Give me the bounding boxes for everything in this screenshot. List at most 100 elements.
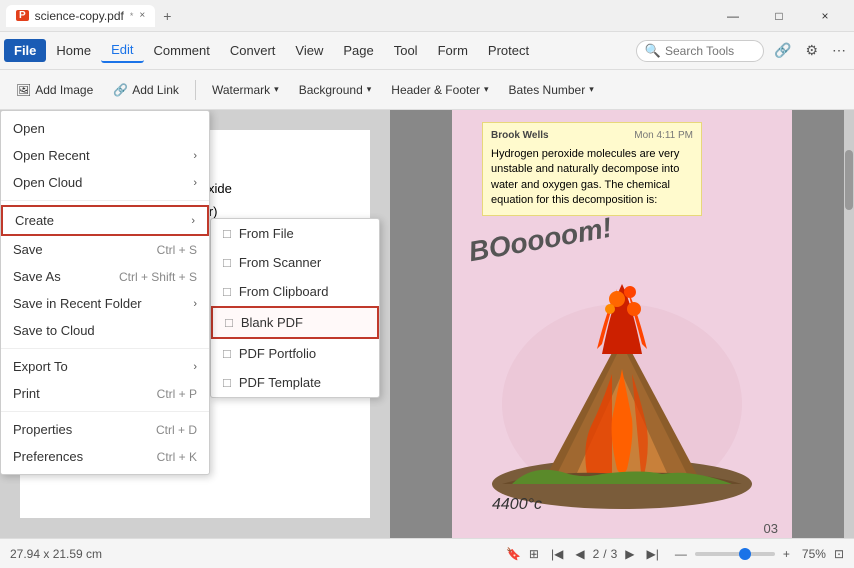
- toolbar: 🖼 Add Image 🔗 Add Link Watermark ▾ Backg…: [0, 70, 854, 110]
- create-arrow: ›: [191, 215, 195, 227]
- right-scrollbar[interactable]: [844, 110, 854, 538]
- first-page-btn[interactable]: |◀: [547, 545, 567, 563]
- menu-home[interactable]: Home: [46, 39, 101, 62]
- menu-file[interactable]: File: [4, 39, 46, 62]
- page-number: 03: [764, 521, 778, 536]
- menu-export[interactable]: Export To ›: [1, 353, 209, 380]
- new-tab-btn[interactable]: +: [157, 4, 177, 28]
- window-controls: — □ ×: [710, 0, 848, 32]
- sticky-note: Brook Wells Mon 4:11 PM Hydrogen peroxid…: [482, 122, 702, 216]
- menu-view[interactable]: View: [285, 39, 333, 62]
- menu-protect[interactable]: Protect: [478, 39, 539, 62]
- submenu-from-clipboard[interactable]: □ From Clipboard: [211, 277, 379, 306]
- page-canvas: Brook Wells Mon 4:11 PM Hydrogen peroxid…: [452, 110, 792, 538]
- status-bar: 27.94 x 21.59 cm 🔖 ⊞ |◀ ◀ 2 / 3 ▶ ▶| — +…: [0, 538, 854, 568]
- menu-properties[interactable]: Properties Ctrl + D: [1, 416, 209, 443]
- menu-save[interactable]: Save Ctrl + S: [1, 236, 209, 263]
- submenu-pdf-template[interactable]: □ PDF Template: [211, 368, 379, 397]
- menu-open[interactable]: Open: [1, 115, 209, 142]
- create-submenu[interactable]: □ From File □ From Scanner □ From Clipbo…: [210, 218, 380, 398]
- menu-preferences[interactable]: Preferences Ctrl + K: [1, 443, 209, 470]
- more-icon[interactable]: ⋯: [828, 40, 850, 61]
- tab-title: science-copy.pdf: [35, 9, 124, 23]
- background-dropdown-icon: ▾: [367, 84, 372, 95]
- zoom-control: — +: [671, 545, 794, 563]
- fit-page-icon[interactable]: ⊡: [834, 547, 844, 561]
- close-btn[interactable]: ×: [802, 0, 848, 32]
- zoom-out-btn[interactable]: —: [671, 545, 691, 563]
- header-footer-btn[interactable]: Header & Footer ▾: [383, 79, 496, 101]
- left-panel: Reaction 125ml 10% Hydrogen Peroxide1 Sa…: [0, 110, 390, 538]
- add-link-btn[interactable]: 🔗 Add Link: [105, 79, 187, 101]
- maximize-btn[interactable]: □: [756, 0, 802, 32]
- menu-page[interactable]: Page: [333, 39, 383, 62]
- title-bar: P science-copy.pdf * × + — □ ×: [0, 0, 854, 32]
- watermark-dropdown-icon: ▾: [274, 84, 279, 95]
- zoom-track[interactable]: [695, 552, 775, 556]
- app-logo: P: [16, 10, 29, 21]
- tab-close-btn[interactable]: ×: [139, 10, 145, 21]
- blank-pdf-icon: □: [225, 315, 233, 330]
- from-clipboard-icon: □: [223, 284, 231, 299]
- menu-save-cloud[interactable]: Save to Cloud: [1, 317, 209, 344]
- sticky-note-text: Hydrogen peroxide molecules are very uns…: [491, 147, 693, 209]
- header-footer-dropdown-icon: ▾: [484, 84, 489, 95]
- menu-tool[interactable]: Tool: [384, 39, 428, 62]
- menu-save-recent[interactable]: Save in Recent Folder ›: [1, 290, 209, 317]
- tab-list: P science-copy.pdf * × +: [6, 4, 710, 28]
- from-scanner-icon: □: [223, 255, 231, 270]
- right-panel: Brook Wells Mon 4:11 PM Hydrogen peroxid…: [390, 110, 854, 538]
- menu-convert[interactable]: Convert: [220, 39, 286, 62]
- save-recent-arrow: ›: [193, 298, 197, 310]
- menu-save-as[interactable]: Save As Ctrl + Shift + S: [1, 263, 209, 290]
- menu-comment[interactable]: Comment: [144, 39, 220, 62]
- submenu-blank-pdf[interactable]: □ Blank PDF: [211, 306, 379, 339]
- toolbar-sep-1: [195, 80, 196, 100]
- volcano-svg: [472, 254, 772, 514]
- submenu-from-scanner[interactable]: □ From Scanner: [211, 248, 379, 277]
- export-arrow: ›: [193, 361, 197, 373]
- settings-icon[interactable]: ⚙: [801, 40, 822, 61]
- minimize-btn[interactable]: —: [710, 0, 756, 32]
- add-image-icon: 🖼: [16, 83, 31, 97]
- watermark-btn[interactable]: Watermark ▾: [204, 79, 287, 101]
- submenu-pdf-portfolio[interactable]: □ PDF Portfolio: [211, 339, 379, 368]
- menu-open-recent[interactable]: Open Recent ›: [1, 142, 209, 169]
- zoom-in-btn[interactable]: +: [779, 545, 794, 563]
- current-page: 2: [593, 547, 600, 561]
- bates-number-btn[interactable]: Bates Number ▾: [501, 79, 602, 101]
- last-page-btn[interactable]: ▶|: [643, 545, 663, 563]
- bookmark-icon[interactable]: 🔖: [506, 547, 521, 561]
- search-box[interactable]: 🔍: [636, 40, 764, 62]
- volcano-area: [452, 254, 792, 514]
- submenu-from-file[interactable]: □ From File: [211, 219, 379, 248]
- external-link-icon[interactable]: 🔗: [770, 40, 795, 61]
- scrollbar-thumb[interactable]: [845, 150, 853, 210]
- menu-create[interactable]: Create ›: [1, 205, 209, 236]
- temp-text: 4400°c: [492, 496, 542, 514]
- search-icon: 🔍: [645, 43, 661, 59]
- zoom-percent: 75%: [802, 547, 826, 561]
- link-icon: 🔗: [113, 83, 128, 97]
- active-tab[interactable]: P science-copy.pdf * ×: [6, 5, 155, 27]
- main-area: Reaction 125ml 10% Hydrogen Peroxide1 Sa…: [0, 110, 854, 538]
- total-pages: 3: [611, 547, 618, 561]
- zoom-thumb[interactable]: [739, 548, 751, 560]
- next-page-btn[interactable]: ▶: [621, 545, 638, 563]
- page-nav: |◀ ◀ 2 / 3 ▶ ▶|: [547, 545, 663, 563]
- menu-open-cloud[interactable]: Open Cloud ›: [1, 169, 209, 196]
- menu-form[interactable]: Form: [428, 39, 478, 62]
- background-btn[interactable]: Background ▾: [291, 79, 380, 101]
- menu-print[interactable]: Print Ctrl + P: [1, 380, 209, 407]
- page-dimensions: 27.94 x 21.59 cm: [10, 547, 102, 561]
- status-bar-right: 🔖 ⊞ |◀ ◀ 2 / 3 ▶ ▶| — + 75% ⊡: [506, 545, 844, 563]
- from-file-icon: □: [223, 226, 231, 241]
- add-image-btn[interactable]: 🖼 Add Image: [8, 79, 101, 101]
- bates-dropdown-icon: ▾: [589, 84, 594, 95]
- search-input[interactable]: [665, 44, 755, 58]
- file-dropdown-menu[interactable]: Open Open Recent › Open Cloud › Create ›: [0, 110, 210, 475]
- menu-edit[interactable]: Edit: [101, 38, 143, 63]
- fit-icon[interactable]: ⊞: [529, 547, 539, 561]
- prev-page-btn[interactable]: ◀: [571, 545, 588, 563]
- menu-bar: File Home Edit Comment Convert View Page…: [0, 32, 854, 70]
